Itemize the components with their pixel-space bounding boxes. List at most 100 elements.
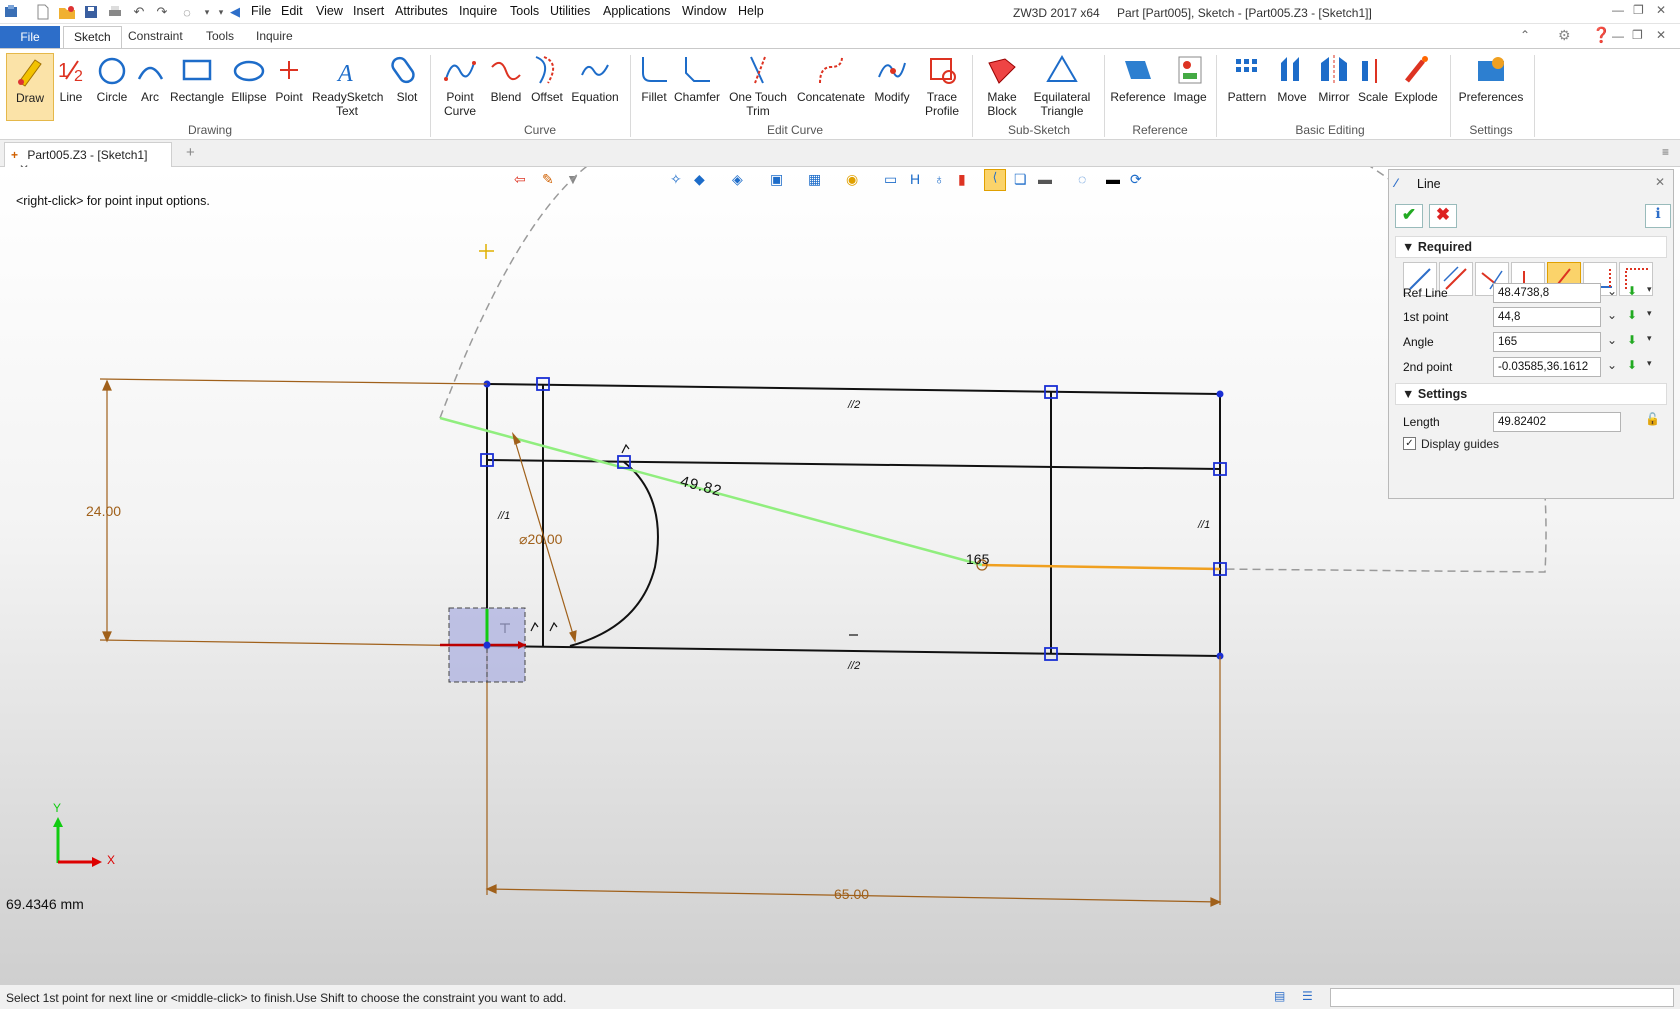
dim-angle-165[interactable]: 165 <box>966 551 989 567</box>
menu-attributes[interactable]: Attributes <box>395 4 448 18</box>
scale-button[interactable]: Scale <box>1356 53 1390 104</box>
status-layout-icon[interactable]: ▤ <box>1274 989 1285 1003</box>
new-tab-icon[interactable]: + <box>186 144 195 161</box>
document-tab[interactable]: + Part005.Z3 - [Sketch1] ✕ <box>4 142 172 176</box>
trace-profile-button[interactable]: Trace Profile <box>918 53 966 118</box>
image-button[interactable]: Image <box>1170 53 1210 104</box>
gear-icon[interactable]: ⚙ <box>1558 27 1571 44</box>
close-icon[interactable]: ✕ <box>1656 3 1666 17</box>
concatenate-button[interactable]: Concatenate <box>796 53 866 104</box>
one-touch-trim-button[interactable]: One Touch Trim <box>728 53 788 118</box>
rectangle-button[interactable]: Rectangle <box>168 53 226 104</box>
arc-button[interactable]: Arc <box>136 53 164 104</box>
slot-button[interactable]: Slot <box>390 53 424 104</box>
tab-list-icon[interactable]: ≡ <box>1662 145 1669 159</box>
equilateral-triangle-button[interactable]: Equilateral Triangle <box>1030 53 1094 118</box>
angle-expand-icon[interactable]: ⌄ <box>1607 333 1617 347</box>
display-guides-checkbox[interactable]: ✓ <box>1403 437 1416 450</box>
file-tab[interactable]: File <box>0 26 60 48</box>
close-doc-icon[interactable]: ✕ <box>1656 28 1666 42</box>
menu-window[interactable]: Window <box>682 4 726 18</box>
menu-inquire[interactable]: Inquire <box>459 4 497 18</box>
ok-check-icon[interactable]: ✔ <box>1395 204 1423 228</box>
first-point-pick-icon[interactable]: ⬇ <box>1627 308 1637 322</box>
menu-tools[interactable]: Tools <box>510 4 539 18</box>
explode-button[interactable]: Explode <box>1392 53 1440 104</box>
second-point-expand-icon[interactable]: ⌄ <box>1607 358 1617 372</box>
first-point-menu-icon[interactable]: ▾ <box>1647 308 1652 319</box>
panel-close-icon[interactable]: ✕ <box>1655 175 1665 189</box>
first-point-expand-icon[interactable]: ⌄ <box>1607 308 1617 322</box>
chamfer-button[interactable]: Chamfer <box>672 53 722 104</box>
info-icon[interactable]: ℹ <box>1645 204 1671 228</box>
menu-applications[interactable]: Applications <box>603 4 670 18</box>
make-block-button[interactable]: Make Block <box>978 53 1026 118</box>
second-point-pick-icon[interactable]: ⬇ <box>1627 358 1637 372</box>
dim-width-65[interactable]: 65.00 <box>834 886 869 902</box>
ref-line-pick-icon[interactable]: ⬇ <box>1627 284 1637 298</box>
second-point-input[interactable] <box>1493 357 1601 377</box>
dim-height-24[interactable]: 24.00 <box>86 503 121 519</box>
offset-button[interactable]: Offset <box>528 53 566 104</box>
tab-tools[interactable]: Tools <box>196 24 244 48</box>
redo-icon[interactable]: ↷ <box>153 3 171 21</box>
parallel-constraint-1-right[interactable]: //1 <box>1198 519 1210 531</box>
ref-line-input[interactable] <box>1493 283 1601 303</box>
new-file-icon[interactable] <box>34 3 52 21</box>
reference-button[interactable]: Reference <box>1110 53 1166 104</box>
undo-icon[interactable]: ↶ <box>130 3 148 21</box>
restore-icon[interactable]: ❐ <box>1633 3 1644 17</box>
circle-button[interactable]: Circle <box>94 53 130 104</box>
minimize-icon[interactable]: — <box>1612 3 1624 17</box>
angle-input[interactable] <box>1493 332 1601 352</box>
open-folder-icon[interactable] <box>58 3 76 21</box>
menu-help[interactable]: Help <box>738 4 764 18</box>
dim-diameter-20[interactable]: ⌀20.00 <box>519 531 562 548</box>
menu-file[interactable]: File <box>251 4 271 18</box>
angle-pick-icon[interactable]: ⬇ <box>1627 333 1637 347</box>
command-input[interactable] <box>1330 988 1674 1007</box>
status-list-icon[interactable]: ☰ <box>1302 989 1313 1003</box>
mirror-button[interactable]: Mirror <box>1314 53 1354 104</box>
line-button[interactable]: 1 2 Line <box>56 53 86 104</box>
point-curve-button[interactable]: Point Curve <box>440 53 480 118</box>
parallel-constraint-2-bottom[interactable]: //2 <box>848 660 860 672</box>
ref-line-expand-icon[interactable]: ⌄ <box>1607 284 1617 298</box>
preferences-button[interactable]: Preferences <box>1458 53 1524 104</box>
menu-utilities[interactable]: Utilities <box>550 4 590 18</box>
equation-button[interactable]: Equation <box>570 53 620 104</box>
menu-view[interactable]: View <box>316 4 343 18</box>
tab-sketch[interactable]: Sketch <box>63 26 122 48</box>
angle-menu-icon[interactable]: ▾ <box>1647 333 1652 344</box>
app-logo-icon[interactable] <box>2 3 20 21</box>
draw-button[interactable]: Draw <box>6 53 54 121</box>
back-arrow-icon[interactable]: ◀ <box>226 3 244 21</box>
move-button[interactable]: Move <box>1274 53 1310 104</box>
minimize-doc-icon[interactable]: — <box>1612 29 1624 43</box>
menu-insert[interactable]: Insert <box>353 4 384 18</box>
help-icon[interactable]: ❓ <box>1592 26 1611 44</box>
modify-button[interactable]: Modify <box>870 53 914 104</box>
fillet-button[interactable]: Fillet <box>636 53 672 104</box>
first-point-input[interactable] <box>1493 307 1601 327</box>
tab-inquire[interactable]: Inquire <box>246 24 303 48</box>
second-point-menu-icon[interactable]: ▾ <box>1647 358 1652 369</box>
blend-button[interactable]: Blend <box>488 53 524 104</box>
lock-icon[interactable]: 🔓 <box>1645 412 1660 426</box>
parallel-constraint-2-top[interactable]: //2 <box>848 399 860 411</box>
ref-line-menu-icon[interactable]: ▾ <box>1647 284 1652 295</box>
collapse-ribbon-icon[interactable]: ⌃ <box>1520 28 1530 42</box>
required-section-header[interactable]: ▼ Required <box>1395 236 1667 258</box>
pattern-button[interactable]: Pattern <box>1222 53 1272 104</box>
print-icon[interactable] <box>106 3 124 21</box>
length-input[interactable] <box>1493 412 1621 432</box>
restore-doc-icon[interactable]: ❐ <box>1632 28 1643 42</box>
settings-section-header[interactable]: ▼ Settings <box>1395 383 1667 405</box>
ellipse-button[interactable]: Ellipse <box>228 53 270 104</box>
point-button[interactable]: Point <box>272 53 306 104</box>
cancel-x-icon[interactable]: ✖ <box>1429 204 1457 228</box>
parallel-constraint-1-left[interactable]: //1 <box>498 510 510 522</box>
save-icon[interactable] <box>82 3 100 21</box>
history-icon[interactable]: ◌ <box>178 3 196 21</box>
readysketch-text-button[interactable]: A ReadySketch Text <box>312 53 383 118</box>
